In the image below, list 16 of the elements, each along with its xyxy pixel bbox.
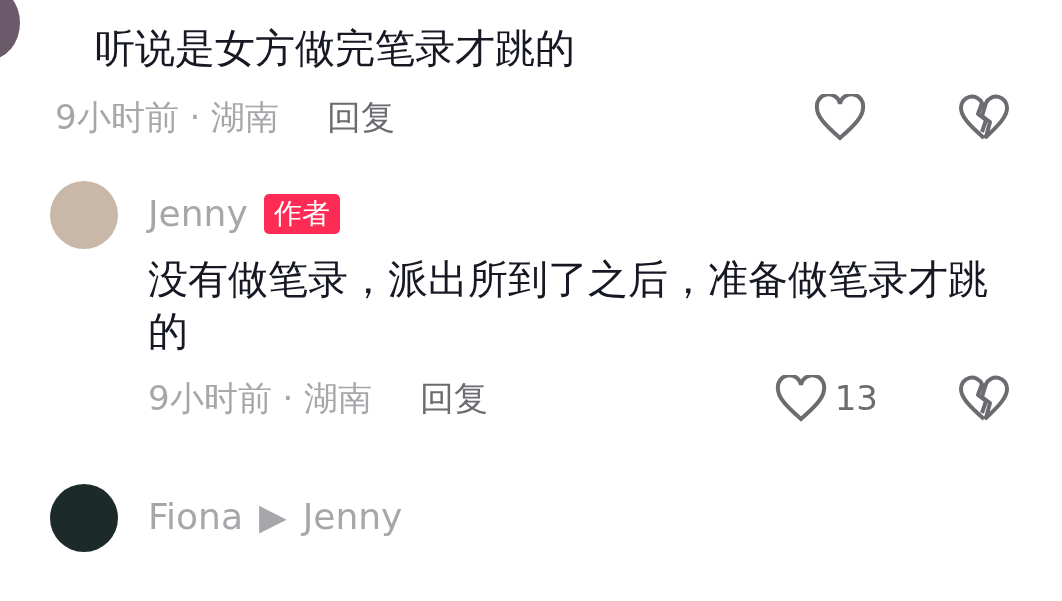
reply-link[interactable]: 回复 (420, 373, 489, 424)
author-badge: 作者 (263, 194, 340, 234)
reply-link[interactable]: 回复 (327, 92, 396, 143)
heart-icon[interactable] (774, 374, 827, 423)
comment-meta: 9小时前 · 湖南 (55, 96, 280, 139)
comment-meta: 9小时前 · 湖南 (148, 377, 373, 420)
comment-text: 听说是女方做完笔录才跳的 (95, 24, 575, 73)
heart-icon[interactable] (814, 93, 866, 142)
comment-text: 没有做笔录，派出所到了之后，准备做笔录才跳的 (148, 255, 988, 356)
user-name: Jenny (148, 192, 248, 236)
broken-heart-icon[interactable] (958, 93, 1010, 142)
user-name: Jenny (302, 495, 403, 539)
broken-heart-icon[interactable] (958, 374, 1010, 423)
user-name: Fiona (148, 495, 243, 539)
like-count: 13 (834, 377, 878, 420)
reply-arrow: ▶ (259, 495, 287, 539)
